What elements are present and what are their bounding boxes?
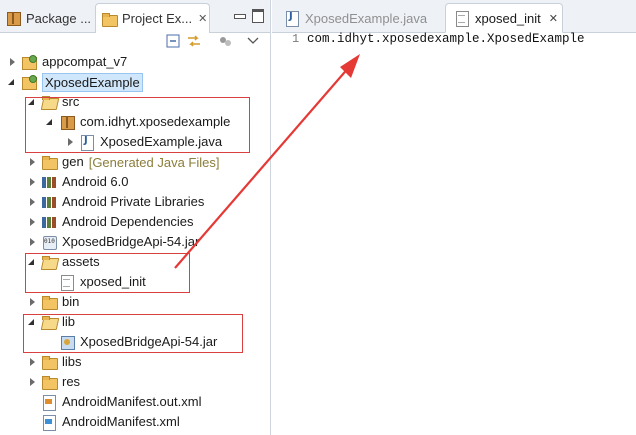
folder-icon: [41, 374, 58, 390]
library-icon: [41, 174, 57, 190]
tree-item-label: Android 6.0: [62, 174, 129, 189]
tab-label: Package ...: [26, 10, 92, 26]
tab-package-explorer[interactable]: Package ...: [0, 3, 94, 33]
tree-item-label: appcompat_v7: [42, 54, 128, 69]
jar-icon: [41, 234, 57, 250]
expand-arrow-icon[interactable]: [28, 197, 37, 207]
tab-xposedexample-java[interactable]: XposedExample.java: [276, 3, 446, 33]
tree-item-dependencies[interactable]: Android Dependencies: [28, 212, 194, 232]
tree-item-label: bin: [62, 294, 80, 309]
tree-item-appcompat[interactable]: appcompat_v7: [8, 52, 127, 72]
tab-label: XposedExample.java: [305, 10, 428, 26]
manifest-file-icon: [41, 414, 57, 431]
expand-arrow-icon[interactable]: [28, 377, 37, 387]
tree-item-res[interactable]: res: [28, 372, 80, 392]
collapse-arrow-icon[interactable]: [8, 78, 17, 87]
collapse-all-icon[interactable]: [166, 34, 182, 48]
tree-item-label: XposedExample: [42, 72, 143, 92]
folder-icon: [41, 354, 58, 370]
tree-item-xposedexample[interactable]: XposedExample: [8, 72, 143, 92]
android-project-icon: [21, 74, 37, 90]
expand-arrow-icon[interactable]: [28, 177, 37, 187]
android-project-icon: [21, 54, 37, 70]
library-icon: [41, 194, 57, 210]
close-icon[interactable]: ✕: [198, 12, 207, 25]
minimize-icon[interactable]: [233, 9, 246, 21]
tree-item-libs[interactable]: libs: [28, 352, 82, 372]
java-file-icon: [284, 10, 300, 27]
view-toolbar: [0, 34, 270, 50]
tree-item-manifest-out[interactable]: AndroidManifest.out.xml: [28, 392, 201, 412]
annotation-box-src: [25, 97, 250, 153]
tree-item-label: Android Dependencies: [62, 214, 194, 229]
package-explorer-icon: [5, 10, 21, 26]
library-icon: [41, 214, 57, 230]
tree-item-label: AndroidManifest.xml: [62, 414, 180, 429]
tree-item-gen[interactable]: gen [Generated Java Files]: [28, 152, 220, 172]
tree-item-bridge-jar[interactable]: XposedBridgeApi-54.jar: [28, 232, 199, 252]
expand-arrow-icon[interactable]: [28, 357, 37, 367]
tree-item-label: gen: [62, 154, 84, 169]
view-options-icon[interactable]: [217, 34, 233, 48]
tree-item-label: res: [62, 374, 81, 389]
view-tab-bar: Package ... Project Ex... ✕: [0, 0, 270, 33]
project-explorer-view: Package ... Project Ex... ✕ appcompat_v7: [0, 0, 271, 435]
generated-folder-icon: [41, 154, 58, 170]
generated-files-note: [Generated Java Files]: [88, 154, 220, 170]
tree-item-manifest[interactable]: AndroidManifest.xml: [28, 412, 180, 432]
close-icon[interactable]: ✕: [549, 12, 558, 25]
code-line[interactable]: com.idhyt.xposedexample.XposedExample: [307, 32, 585, 46]
tab-label: xposed_init: [475, 10, 541, 26]
tab-xposed-init[interactable]: xposed_init ✕: [445, 3, 563, 33]
annotation-box-assets: [25, 253, 190, 293]
maximize-icon[interactable]: [252, 9, 264, 23]
tree-item-label: Android Private Libraries: [62, 194, 205, 209]
tree-item-android[interactable]: Android 6.0: [28, 172, 129, 192]
tree-item-bin[interactable]: bin: [28, 292, 79, 312]
expand-arrow-icon[interactable]: [28, 297, 37, 307]
expand-arrow-icon[interactable]: [28, 237, 37, 247]
text-file-icon: [454, 10, 470, 27]
view-menu-icon[interactable]: [247, 34, 263, 48]
tree-item-private-libraries[interactable]: Android Private Libraries: [28, 192, 204, 212]
folder-icon: [41, 294, 58, 310]
tree-item-label: XposedBridgeApi-54.jar: [62, 234, 200, 249]
annotation-box-lib: [23, 314, 243, 353]
tree-item-label: libs: [62, 354, 82, 369]
expand-arrow-icon[interactable]: [28, 157, 37, 167]
link-with-editor-icon[interactable]: [186, 34, 202, 48]
line-number: 1: [292, 32, 300, 46]
tree-item-label: AndroidManifest.out.xml: [62, 394, 202, 409]
expand-arrow-icon[interactable]: [28, 217, 37, 227]
xml-file-icon: [41, 394, 57, 411]
tab-label: Project Ex...: [122, 11, 193, 26]
project-explorer-icon: [101, 11, 118, 27]
expand-arrow-icon[interactable]: [8, 57, 17, 67]
tab-project-explorer[interactable]: Project Ex... ✕: [95, 3, 210, 33]
text-editor: XposedExample.java xposed_init ✕ 1 com.i…: [272, 0, 636, 435]
editor-tab-bar: XposedExample.java xposed_init ✕: [272, 0, 636, 33]
line-number-gutter: 1: [272, 33, 305, 435]
